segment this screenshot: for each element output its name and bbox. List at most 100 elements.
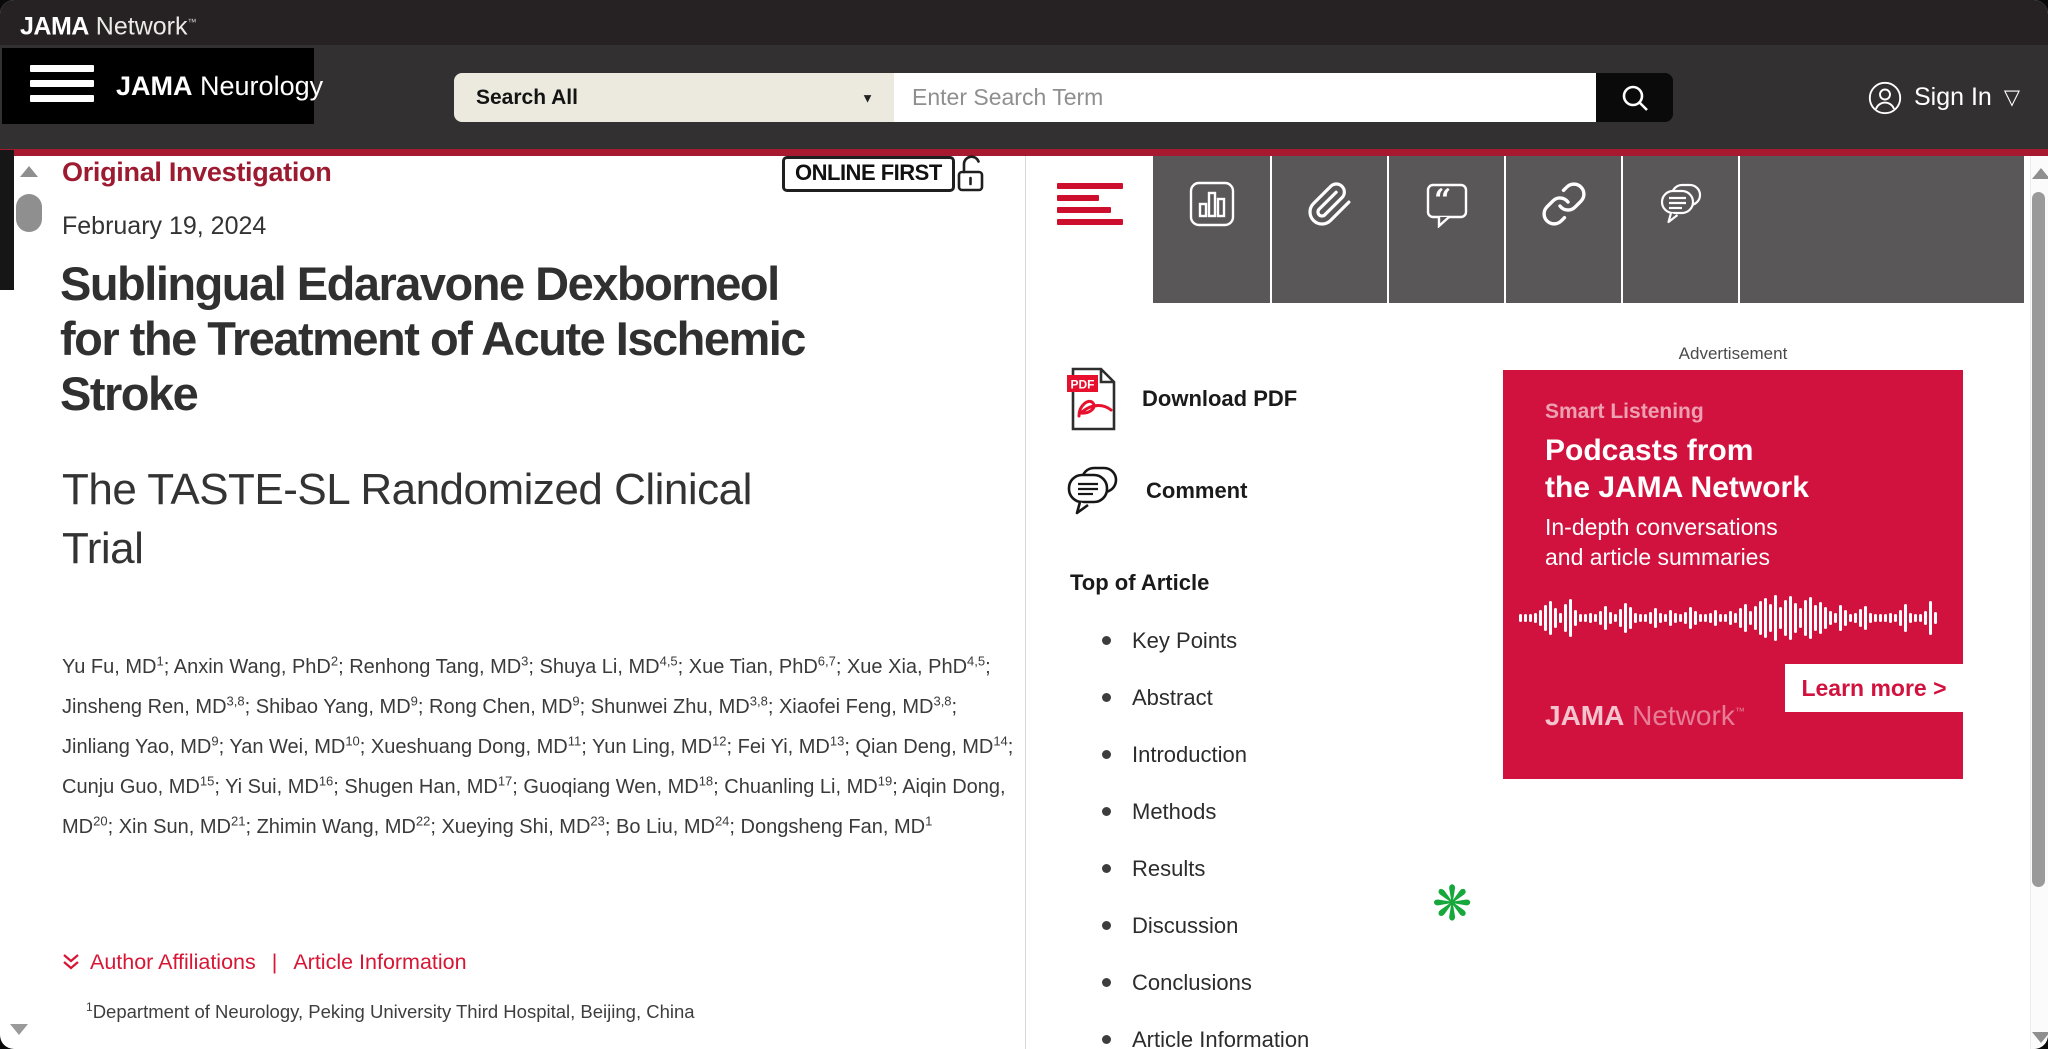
nav-item-introduction[interactable]: Introduction — [1100, 742, 1309, 799]
article-nav-title: Top of Article — [1070, 570, 1209, 596]
double-chevron-down-icon — [60, 952, 82, 974]
author: Xue Tian, PhD6,7; — [689, 656, 847, 678]
search-scope-label: Search All — [476, 86, 578, 110]
bar-chart-icon — [1188, 180, 1236, 228]
author: Shunwei Zhu, MD3,8; — [591, 696, 779, 718]
openai-logo: ❋ — [1432, 880, 1472, 928]
paperclip-icon — [1306, 180, 1354, 228]
article-nav-list: Key PointsAbstractIntroductionMethodsRes… — [1100, 628, 1309, 1049]
journal-banner: JAMA Neurology — [2, 48, 314, 124]
tab-comments[interactable] — [1621, 156, 1738, 303]
trademark: ™ — [187, 17, 196, 27]
author: Zhimin Wang, MD22; — [257, 816, 442, 838]
author: Renhong Tang, MD3; — [349, 656, 539, 678]
browser-window: JAMA Network™ JAMA Neurology Search All … — [0, 0, 2048, 1049]
nav-item-results[interactable]: Results — [1100, 856, 1309, 913]
author: Anxin Wang, PhD2; — [174, 656, 349, 678]
author: Xueshuang Dong, MD11; — [371, 736, 592, 758]
author: Shibao Yang, MD9; — [256, 696, 429, 718]
publish-date: February 19, 2024 — [62, 212, 266, 241]
left-panel-edge — [0, 150, 14, 290]
author: Shugen Han, MD17; — [344, 776, 523, 798]
scroll-up-arrow-left[interactable] — [20, 166, 38, 177]
nav-item-discussion[interactable]: Discussion — [1100, 913, 1309, 970]
link-icon — [1540, 180, 1588, 228]
sign-in-caret-icon: ▽ — [2004, 85, 2020, 110]
author: Xueying Shi, MD23; — [441, 816, 616, 838]
person-icon — [1868, 81, 1902, 115]
ad-eyebrow: Smart Listening — [1545, 400, 1704, 424]
dropdown-caret-icon: ▼ — [861, 90, 874, 105]
search-bar: Search All ▼ — [454, 73, 1673, 122]
author-list: Yu Fu, MD1; Anxin Wang, PhD2; Renhong Ta… — [62, 647, 1020, 847]
tab-quote[interactable]: “ — [1387, 156, 1504, 303]
scroll-down-arrow-left[interactable] — [10, 1024, 28, 1035]
svg-text:PDF: PDF — [1071, 378, 1095, 392]
search-scope-dropdown[interactable]: Search All ▼ — [454, 73, 894, 122]
author: Shuya Li, MD4,5; — [540, 656, 689, 678]
scroll-down-arrow-right[interactable] — [2032, 1032, 2048, 1043]
separator: | — [272, 950, 278, 975]
toolbar-spacer — [1738, 156, 2024, 303]
article-toolbar: “ — [1153, 156, 2024, 303]
author: Guoqiang Wen, MD18; — [523, 776, 724, 798]
jama-network-logo[interactable]: JAMA Network™ — [20, 0, 196, 49]
search-input[interactable] — [894, 73, 1596, 122]
list-icon — [1057, 183, 1123, 225]
tab-supplemental[interactable] — [1270, 156, 1387, 303]
article-title: Sublingual Edaravone Dexborneolfor the T… — [60, 256, 805, 421]
advertisement-label: Advertisement — [1503, 344, 1963, 364]
author: Qian Deng, MD14; — [855, 736, 1013, 758]
tab-figures[interactable] — [1153, 156, 1270, 303]
right-scrollbar-thumb[interactable] — [2032, 192, 2045, 887]
nav-item-methods[interactable]: Methods — [1100, 799, 1309, 856]
comment-label: Comment — [1146, 478, 1247, 504]
speech-bubbles-icon — [1657, 180, 1705, 228]
nav-item-article-information[interactable]: Article Information — [1100, 1027, 1309, 1049]
author: Chuanling Li, MD19; — [724, 776, 902, 798]
article-information-link[interactable]: Article Information — [293, 950, 466, 975]
comment-icon — [1064, 464, 1122, 518]
logo-bold: JAMA — [20, 12, 89, 40]
left-scroll-thumb[interactable] — [16, 194, 42, 232]
ad-learn-more-button[interactable]: Learn more > — [1785, 664, 1963, 712]
sign-in[interactable]: Sign In ▽ — [1868, 45, 2020, 150]
svg-text:“: “ — [1434, 183, 1451, 218]
pdf-file-icon: PDF — [1066, 366, 1120, 432]
podcast-advertisement[interactable]: Smart Listening Podcasts fromthe JAMA Ne… — [1503, 370, 1963, 779]
download-pdf-label: Download PDF — [1142, 386, 1297, 412]
author: Xue Xia, PhD4,5; — [847, 656, 991, 678]
download-pdf-button[interactable]: PDF Download PDF — [1066, 366, 1297, 432]
ad-title: Podcasts fromthe JAMA Network — [1545, 432, 1809, 506]
tab-related[interactable] — [1504, 156, 1621, 303]
menu-icon[interactable] — [30, 65, 94, 107]
open-lock-icon — [952, 152, 990, 201]
author: Yi Sui, MD16; — [225, 776, 344, 798]
tab-contents[interactable] — [1057, 183, 1123, 231]
content-rail-divider — [1025, 156, 1026, 1049]
author: Xiaofei Feng, MD3,8; — [779, 696, 957, 718]
nav-item-key-points[interactable]: Key Points — [1100, 628, 1309, 685]
article-links-row: Author Affiliations | Article Informatio… — [60, 950, 467, 975]
author: Bo Liu, MD24; — [616, 816, 741, 838]
author: Fei Yi, MD13; — [738, 736, 856, 758]
author: Rong Chen, MD9; — [429, 696, 591, 718]
journal-title[interactable]: JAMA Neurology — [116, 48, 323, 124]
author: Jinliang Yao, MD9; — [62, 736, 229, 758]
author-affiliations-link[interactable]: Author Affiliations — [90, 950, 256, 975]
search-button[interactable] — [1596, 73, 1673, 122]
scroll-up-arrow-right[interactable] — [2032, 168, 2048, 179]
author: Jinsheng Ren, MD3,8; — [62, 696, 256, 718]
logo-rest: Network — [96, 12, 188, 40]
brand-red-divider — [0, 149, 2048, 156]
ad-description: In-depth conversationsand article summar… — [1545, 512, 1778, 572]
nav-item-conclusions[interactable]: Conclusions — [1100, 970, 1309, 1027]
search-icon — [1619, 82, 1651, 114]
quote-icon: “ — [1423, 180, 1471, 228]
ad-jama-network-logo: JAMA Network™ — [1545, 700, 1745, 732]
nav-item-abstract[interactable]: Abstract — [1100, 685, 1309, 742]
sign-in-label: Sign In — [1914, 83, 1992, 112]
article-category[interactable]: Original Investigation — [62, 157, 331, 188]
author: Dongsheng Fan, MD1 — [741, 816, 933, 838]
comment-button[interactable]: Comment — [1064, 464, 1247, 518]
